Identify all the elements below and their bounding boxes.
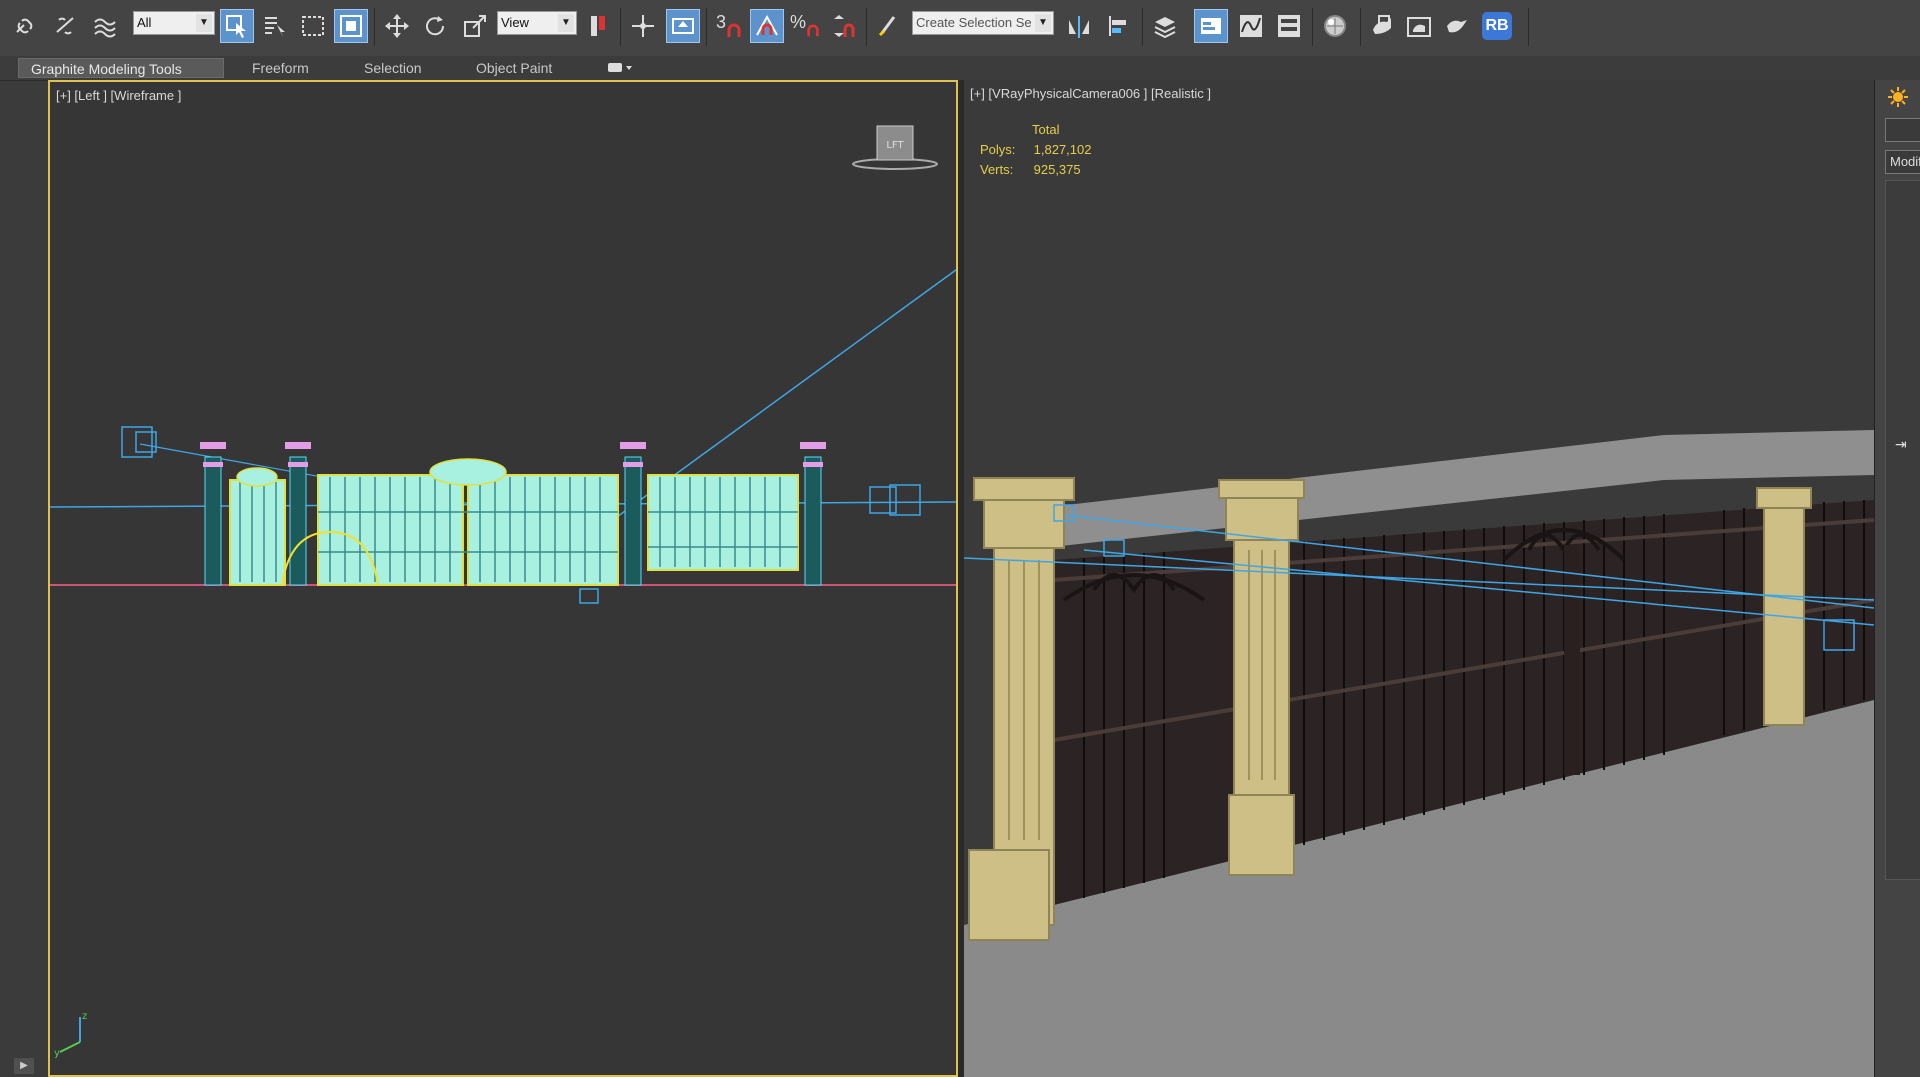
modifier-list-dropdown[interactable]: Modifi [1885,150,1920,174]
snap-dimension-label: 3 [715,11,726,32]
sun-icon[interactable] [1887,86,1909,108]
left-panel-strip [0,81,48,1077]
named-selection-placeholder: Create Selection Se [916,15,1032,30]
bind-spacewarp-icon[interactable] [88,9,122,43]
tab-graphite-modeling-tools[interactable]: Graphite Modeling Tools [18,58,224,78]
object-name-field[interactable] [1885,118,1920,142]
unlink-icon[interactable] [48,9,82,43]
tab-freeform[interactable]: Freeform [240,58,321,78]
align-icon[interactable] [1102,9,1136,43]
select-manipulate-icon[interactable] [626,9,660,43]
ribbon-bar: Graphite Modeling Tools Freeform Selecti… [0,56,1920,81]
move-icon[interactable] [380,9,414,43]
snap-toggle-icon[interactable]: 3 [712,9,746,43]
stats-polys-row: Polys: 1,827,102 [980,140,1091,160]
select-by-name-icon[interactable] [258,9,292,43]
chevron-down-icon: ▼ [1035,14,1051,32]
main-toolbar: All ▼ View ▼ 3 % Create Selection Se ▼ R… [0,0,1920,57]
axis-y-label: y [54,1048,60,1059]
tab-object-paint[interactable]: Object Paint [464,58,564,78]
curve-editor-icon[interactable] [1234,9,1268,43]
schematic-view-icon[interactable] [1272,9,1306,43]
play-icon[interactable]: ▶ [14,1058,34,1074]
percent-snap-icon[interactable]: % [788,9,822,43]
chevron-down-icon: ▼ [558,14,574,32]
modifier-stack[interactable] [1885,180,1920,880]
chevron-down-icon: ▼ [196,14,212,32]
stats-header: Total [1032,122,1060,137]
rotate-icon[interactable] [418,9,452,43]
pivot-icon[interactable] [582,9,616,43]
named-selection-dropdown[interactable]: Create Selection Se ▼ [912,11,1054,35]
edit-named-selection-icon[interactable] [872,9,906,43]
viewport-label[interactable]: [+] [VRayPhysicalCamera006 ] [Realistic … [970,86,1211,101]
wireframe-scene: z y [50,268,956,1059]
link-icon[interactable] [8,9,42,43]
viewport-right-camera[interactable]: [+] [VRayPhysicalCamera006 ] [Realistic … [964,80,1874,1077]
tab-label: Graphite Modeling Tools [31,61,182,77]
command-panel: Modifi ⇥ [1874,80,1920,1077]
spinner-snap-icon[interactable] [826,9,860,43]
angle-snap-icon[interactable] [750,9,784,43]
scene-explorer-icon[interactable] [1194,9,1228,43]
ribbon-options-button[interactable] [606,61,636,80]
tab-selection[interactable]: Selection [352,58,434,78]
rb-plugin-button[interactable]: RB [1480,9,1514,43]
mirror-icon[interactable] [1062,9,1096,43]
polys-label: Polys: [980,142,1016,157]
rendered-frame-icon[interactable] [1402,9,1436,43]
tab-label: Freeform [252,60,309,76]
viewport-left-wireframe[interactable]: [+] [Left ] [Wireframe ] LFT z y [48,80,958,1077]
verts-label: Verts: [980,162,1014,177]
rect-selection-icon[interactable] [296,9,330,43]
render-icon[interactable] [1440,9,1474,43]
tab-label: Object Paint [476,60,553,76]
scale-icon[interactable] [458,9,492,43]
layer-manager-icon[interactable] [1148,9,1182,43]
axis-z-label: z [82,1011,87,1022]
select-object-icon[interactable] [220,9,254,43]
camera-scene [964,430,1874,1077]
keyboard-shortcut-override-icon[interactable] [666,9,700,43]
verts-value: 925,375 [1033,162,1081,177]
render-setup-icon[interactable] [1366,9,1400,43]
scene-statistics: Total Polys: 1,827,102 Verts: 925,375 [980,120,1091,180]
ref-coord-system-value: View [501,15,529,30]
window-crossing-icon[interactable] [334,9,368,43]
material-editor-icon[interactable] [1318,9,1352,43]
selection-filter-dropdown[interactable]: All ▼ [133,11,215,35]
tab-label: Selection [364,60,422,76]
ref-coord-system-dropdown[interactable]: View ▼ [497,11,577,35]
rb-label: RB [1482,12,1512,40]
polys-value: 1,827,102 [1033,142,1092,157]
pin-stack-icon[interactable]: ⇥ [1895,436,1907,453]
selection-filter-value: All [137,15,152,30]
modifier-list-label: Modifi [1890,154,1920,169]
stats-verts-row: Verts: 925,375 [980,160,1091,180]
